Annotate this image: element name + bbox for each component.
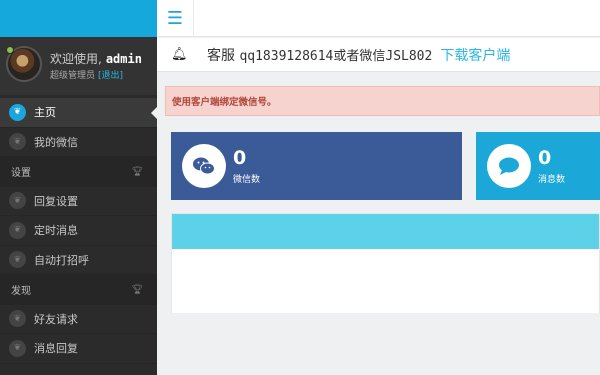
leaf-icon: ❦ — [9, 192, 26, 210]
panel-body — [172, 249, 599, 313]
leaf-icon: ❦ — [9, 103, 26, 121]
sidebar-item-label: 主页 — [34, 106, 56, 120]
sidebar-item-label: 自动打招呼 — [34, 253, 89, 267]
panel-header — [172, 214, 599, 249]
sidebar-item-my-wechat[interactable]: ❦ 我的微信 — [0, 128, 157, 157]
bell-icon: 🔔︎ — [171, 47, 188, 62]
sidebar-group-settings[interactable]: 设置 🏆︎ — [0, 157, 157, 187]
sidebar-item-label: 定时消息 — [34, 224, 78, 238]
sidebar-item-label: 我的微信 — [34, 135, 78, 149]
leaf-icon: ❦ — [9, 251, 26, 269]
username: admin — [105, 52, 142, 66]
contact-info: qq1839128614或者微信JSL802 — [239, 48, 433, 64]
notice-bar: 🔔︎ 客服 qq1839128614或者微信JSL802 下载客户端 — [157, 38, 600, 72]
wechat-count-card[interactable]: 0 微信数 — [171, 132, 462, 200]
chat-bubble-icon — [487, 144, 531, 188]
role-label: 超级管理员 — [50, 71, 96, 81]
bind-wechat-alert: 使用客户端绑定微信号。 — [165, 86, 600, 116]
wechat-count-value: 0 — [233, 147, 247, 169]
sidebar-item-auto-greet[interactable]: ❦ 自动打招呼 — [0, 246, 157, 275]
leaf-icon: ❦ — [9, 221, 26, 239]
sidebar-group-discover[interactable]: 发现 🏆︎ — [0, 275, 157, 305]
top-navbar: ☰ — [157, 0, 600, 37]
menu-toggle-button[interactable]: ☰ — [157, 0, 194, 37]
notice-text: 客服 qq1839128614或者微信JSL802 — [207, 45, 432, 65]
content-panel — [171, 213, 600, 313]
download-client-link[interactable]: 下载客户端 — [440, 45, 510, 65]
sidebar-item-label: 回复设置 — [34, 194, 78, 208]
sidebar-item-home[interactable]: ❦ 主页 — [0, 98, 157, 128]
sidebar-nav: ❦ 主页 ❦ 我的微信 设置 🏆︎ ❦ 回复设置 ❦ 定时消息 ❦ 自动打招呼 … — [0, 98, 157, 364]
sidebar-item-label: 消息回复 — [34, 342, 78, 356]
trophy-icon: 🏆︎ — [131, 284, 143, 295]
sidebar-item-message-reply[interactable]: ❦ 消息回复 — [0, 334, 157, 364]
sidebar-group-label: 设置 — [11, 168, 31, 180]
sidebar-item-label: 好友请求 — [34, 312, 78, 326]
sidebar-item-scheduled-messages[interactable]: ❦ 定时消息 — [0, 216, 157, 246]
logout-link[interactable]: [退出] — [98, 71, 123, 81]
message-count-value: 0 — [538, 147, 552, 169]
message-count-label: 消息数 — [538, 175, 566, 185]
leaf-icon: ❦ — [9, 310, 26, 328]
message-count-card[interactable]: 0 消息数 — [476, 132, 600, 200]
hamburger-icon: ☰ — [166, 8, 184, 29]
welcome-label: 欢迎使用, — [50, 52, 102, 66]
leaf-icon: ❦ — [9, 339, 26, 357]
notice-prefix: 客服 — [207, 47, 235, 64]
sidebar-group-label: 发现 — [11, 286, 31, 298]
welcome-text: 欢迎使用, admin — [50, 50, 142, 67]
sidebar-item-reply-settings[interactable]: ❦ 回复设置 — [0, 187, 157, 216]
online-status-dot — [6, 46, 14, 54]
trophy-icon: 🏆︎ — [131, 166, 143, 177]
wechat-count-label: 微信数 — [233, 175, 261, 185]
leaf-icon: ❦ — [9, 133, 26, 151]
sidebar: 欢迎使用, admin 超级管理员 [退出] ❦ 主页 ❦ 我的微信 设置 🏆︎ ❦… — [0, 0, 157, 375]
wechat-icon — [182, 144, 226, 188]
user-role: 超级管理员 [退出] — [50, 68, 123, 81]
sidebar-item-friend-requests[interactable]: ❦ 好友请求 — [0, 305, 157, 334]
alert-message: 使用客户端绑定微信号。 — [172, 97, 277, 108]
sidebar-brand-band — [0, 0, 157, 37]
